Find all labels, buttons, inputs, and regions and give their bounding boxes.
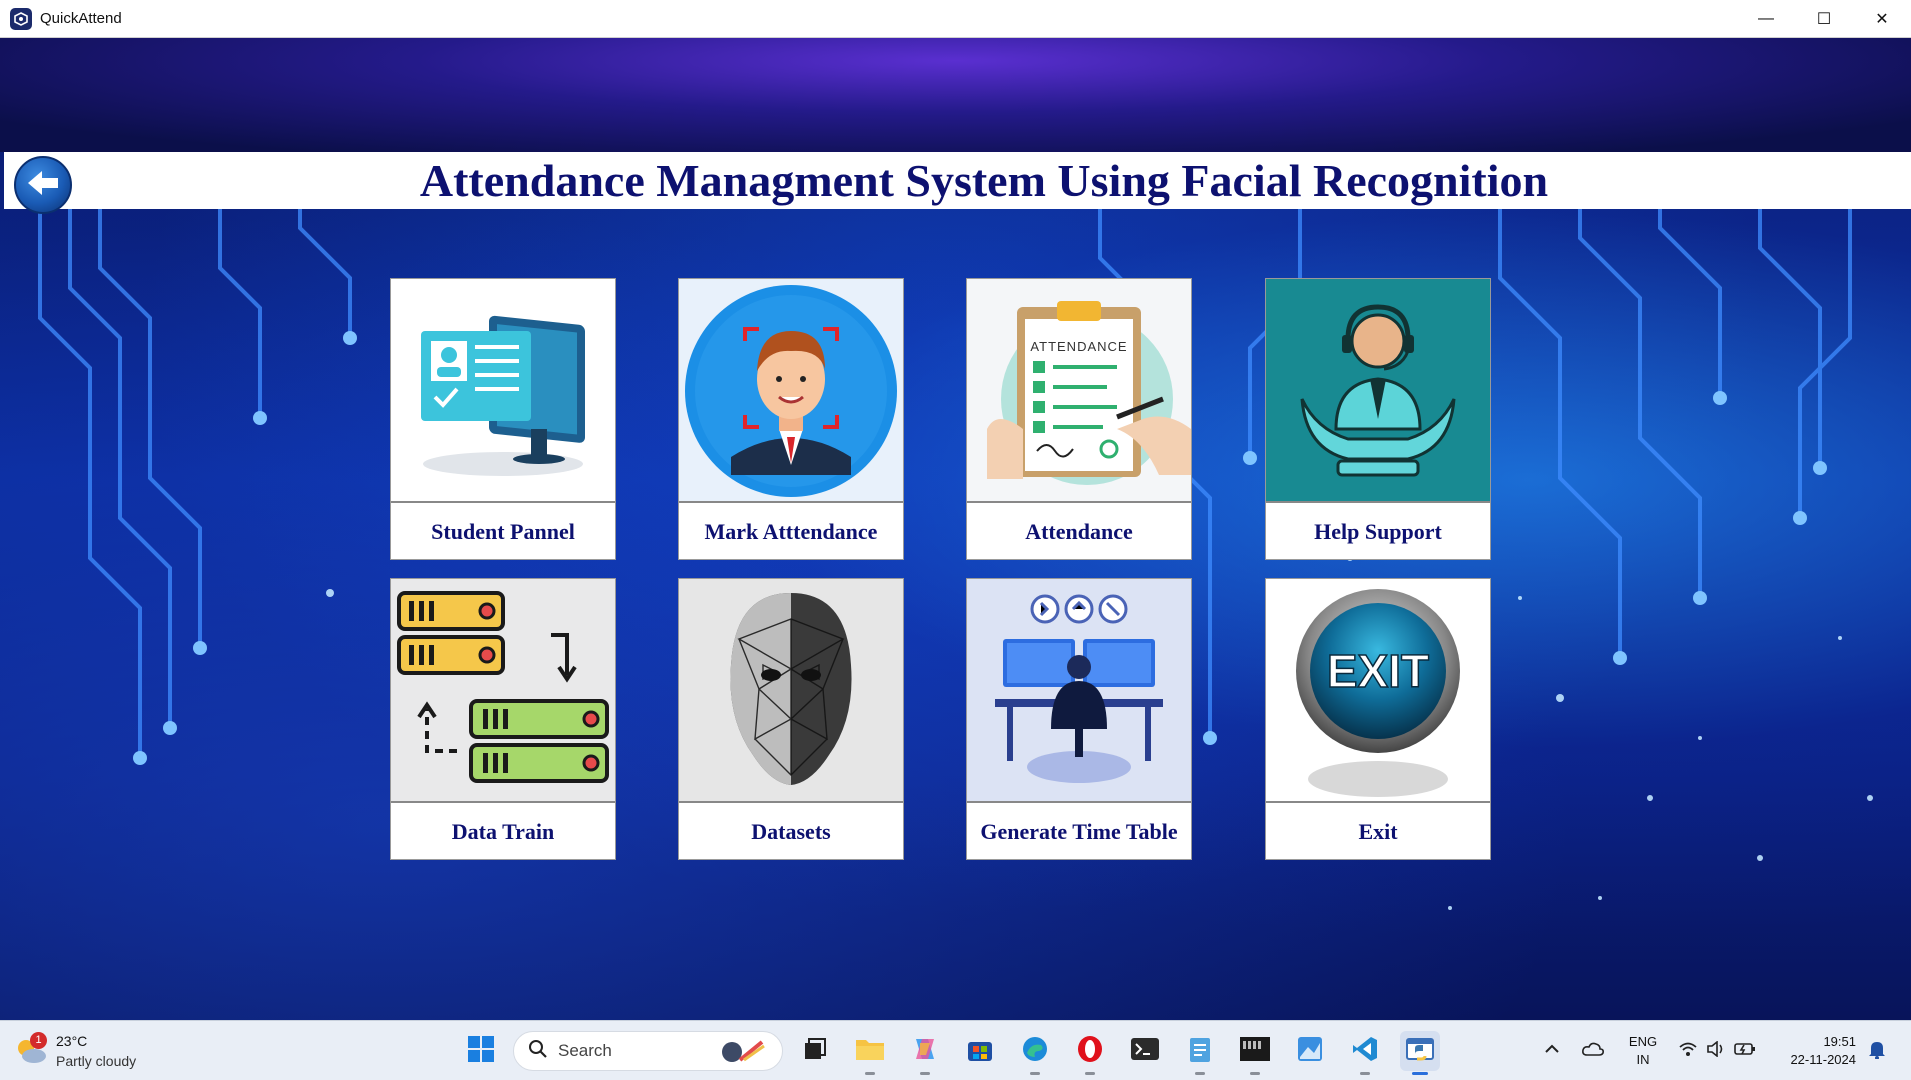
cloud-icon: [1581, 1041, 1605, 1062]
opera-browser-icon: [1076, 1035, 1104, 1068]
window-title: QuickAttend: [40, 10, 122, 27]
exit-tile[interactable]: EXIT Exit: [1266, 579, 1490, 859]
taskbar-app-vscode[interactable]: [1345, 1031, 1385, 1075]
datasets-tile[interactable]: Datasets: [679, 579, 903, 859]
windows-logo-icon: [467, 1035, 495, 1068]
taskbar-app-paint[interactable]: [1290, 1031, 1330, 1071]
show-hidden-icons-button[interactable]: [1535, 1031, 1569, 1071]
server-sync-icon: [391, 579, 615, 803]
language-code: ENG: [1628, 1034, 1658, 1049]
timetable-workstation-icon: [967, 579, 1191, 803]
tile-label: Student Pannel: [431, 519, 575, 544]
terminal-icon: [1130, 1036, 1160, 1067]
tile-label: Generate Time Table: [980, 819, 1178, 844]
taskbar-app-store[interactable]: [960, 1031, 1000, 1071]
taskbar-app-file-explorer[interactable]: [850, 1031, 890, 1075]
quick-settings-button[interactable]: [1672, 1031, 1762, 1071]
help-support-tile[interactable]: Help Support: [1266, 279, 1490, 559]
notifications-button[interactable]: [1862, 1031, 1892, 1071]
weather-widget[interactable]: 1 23°C Partly cloudy: [14, 1029, 136, 1073]
close-button[interactable]: ✕: [1853, 0, 1911, 38]
taskbar-app-notepad[interactable]: [1180, 1031, 1220, 1075]
folder-icon: [855, 1036, 885, 1067]
paint-app-icon: [1296, 1035, 1324, 1068]
chevron-up-icon: [1544, 1042, 1560, 1060]
student-monitor-icon: [391, 279, 615, 503]
clipboard-checklist-icon: ATTENDANCE: [967, 279, 1191, 503]
generate-time-table-tile[interactable]: Generate Time Table: [967, 579, 1191, 859]
app-main: Attendance Managment System Using Facial…: [0, 38, 1911, 1020]
face-mesh-icon: [679, 579, 903, 803]
maximize-button[interactable]: ☐: [1795, 0, 1853, 38]
tile-label: Mark Atttendance: [704, 519, 878, 544]
attendance-tile[interactable]: ATTENDANCE Attendance: [967, 279, 1191, 559]
language-region: IN: [1636, 1052, 1650, 1067]
svg-text:ATTENDANCE: ATTENDANCE: [1030, 339, 1127, 354]
taskbar: 1 23°C Partly cloudy Search ENG IN 19:51…: [0, 1020, 1911, 1080]
python-app-icon: [1405, 1035, 1435, 1068]
tile-label: Help Support: [1314, 519, 1442, 544]
page-title: Attendance Managment System Using Facial…: [419, 155, 1549, 206]
support-agent-icon: [1266, 279, 1490, 503]
search-icon: [528, 1039, 548, 1064]
edge-browser-icon: [1021, 1035, 1049, 1068]
app-logo-icon: [10, 7, 32, 30]
taskbar-app-copilot[interactable]: [905, 1031, 945, 1075]
tile-label: Attendance: [1025, 519, 1133, 544]
copilot-icon: [910, 1035, 940, 1068]
taskbar-app-media[interactable]: [1235, 1031, 1275, 1075]
clock-date: 22-11-2024: [1790, 1052, 1856, 1067]
weather-condition: Partly cloudy: [56, 1053, 137, 1069]
bell-icon: [1868, 1039, 1886, 1064]
taskbar-app-opera[interactable]: [1070, 1031, 1110, 1075]
clock-time: 19:51: [1823, 1034, 1856, 1049]
taskbar-app-terminal[interactable]: [1125, 1031, 1165, 1071]
onedrive-tray-button[interactable]: [1576, 1031, 1610, 1071]
mark-attendance-tile[interactable]: Mark Atttendance: [679, 279, 903, 559]
minimize-button[interactable]: —: [1737, 0, 1795, 38]
tile-label: Datasets: [751, 819, 831, 844]
tile-label: Exit: [1358, 819, 1398, 844]
taskbar-search[interactable]: Search: [513, 1031, 783, 1071]
vscode-icon: [1351, 1035, 1379, 1068]
face-scan-icon: [679, 279, 903, 503]
exit-button-icon: EXIT: [1266, 579, 1490, 803]
tile-label: Data Train: [451, 819, 555, 844]
student-panel-tile[interactable]: Student Pannel: [391, 279, 615, 559]
task-view-button[interactable]: [795, 1031, 835, 1071]
weather-temp: 23°C: [56, 1033, 88, 1049]
data-train-tile[interactable]: Data Train: [391, 579, 615, 859]
wifi-icon: [1678, 1041, 1698, 1062]
window-titlebar: QuickAttend — ☐ ✕: [0, 0, 1911, 38]
volume-icon: [1706, 1039, 1726, 1062]
media-thumbnail-icon: [1239, 1035, 1271, 1068]
task-view-icon: [802, 1036, 828, 1067]
taskbar-app-quickattend[interactable]: [1400, 1031, 1440, 1075]
taskbar-app-edge[interactable]: [1015, 1031, 1055, 1075]
notepad-icon: [1188, 1035, 1212, 1068]
start-button[interactable]: [461, 1031, 501, 1071]
partly-cloudy-icon: 1: [14, 1032, 48, 1066]
store-icon: [966, 1035, 994, 1068]
search-placeholder: Search: [558, 1041, 612, 1060]
language-indicator[interactable]: ENG IN: [1626, 1033, 1660, 1069]
search-highlight-icon: [718, 1038, 766, 1071]
weather-alert-badge: 1: [30, 1032, 47, 1049]
exit-badge-text: EXIT: [1327, 645, 1429, 697]
system-clock[interactable]: 19:51 22-11-2024: [1770, 1033, 1856, 1069]
battery-charging-icon: [1734, 1042, 1756, 1061]
